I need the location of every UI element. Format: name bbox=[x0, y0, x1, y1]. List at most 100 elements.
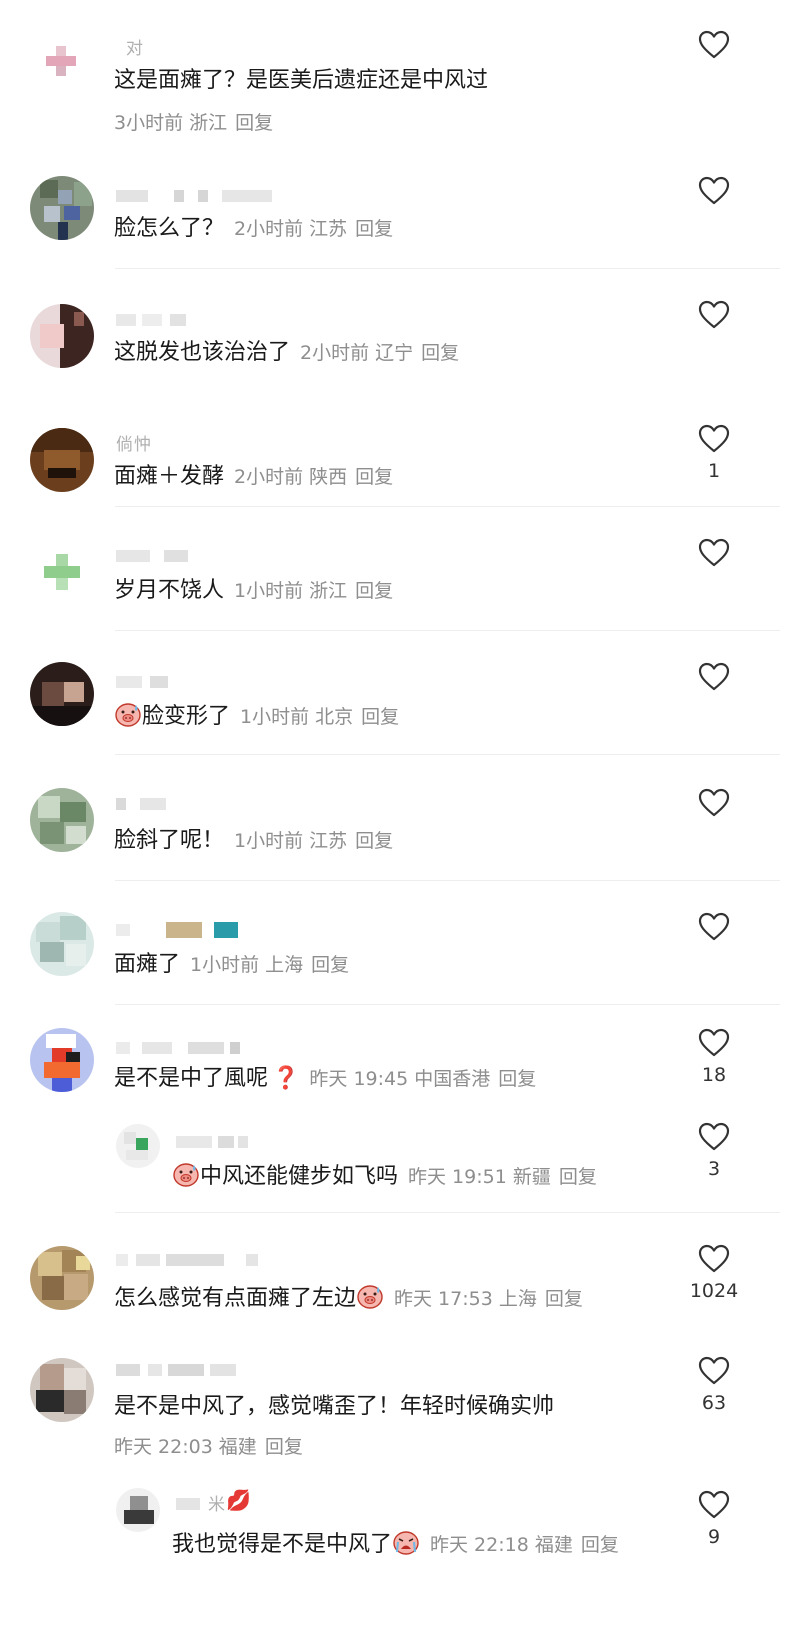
avatar[interactable] bbox=[116, 1488, 160, 1532]
divider bbox=[115, 630, 780, 631]
heart-icon bbox=[698, 538, 730, 567]
comment-time: 昨天 19:45 bbox=[309, 1068, 409, 1090]
comment-text: 这是面瘫了？是医美后遗症还是中风过 bbox=[114, 68, 489, 93]
like-button[interactable] bbox=[684, 300, 744, 336]
username-redacted[interactable] bbox=[176, 1132, 256, 1150]
like-count: 3 bbox=[707, 1158, 721, 1180]
heart-icon bbox=[698, 788, 730, 817]
heart-icon bbox=[698, 1356, 730, 1385]
comment-text-line: 这脱发也该治治了 2小时前 辽宁 回复 bbox=[114, 338, 459, 368]
username-redacted[interactable] bbox=[116, 920, 246, 938]
reply-button[interactable]: 回复 bbox=[265, 1436, 303, 1458]
reply-button[interactable]: 回复 bbox=[355, 580, 393, 602]
username[interactable]: 倘忡 bbox=[116, 430, 152, 455]
divider bbox=[115, 506, 780, 507]
username-redacted[interactable] bbox=[116, 1360, 256, 1378]
avatar[interactable] bbox=[30, 540, 94, 604]
comment-region: 浙江 bbox=[309, 580, 348, 602]
comment-time: 1小时前 bbox=[240, 706, 310, 728]
comment-text-line: 这是面瘫了？是医美后遗症还是中风过 bbox=[114, 66, 488, 96]
like-button[interactable] bbox=[684, 788, 744, 824]
crying-pig-emoji-icon bbox=[393, 1531, 419, 1555]
username-redacted[interactable] bbox=[116, 794, 176, 812]
comment-text: 中风还能健步如飞吗 bbox=[200, 1164, 399, 1189]
comment-time: 昨天 19:51 bbox=[408, 1166, 507, 1188]
comment-text-line: 脸变形了 1小时前 北京 回复 bbox=[114, 700, 399, 732]
comment-region: 辽宁 bbox=[375, 342, 414, 364]
comment-text-line: 是不是中了風呢 ❓ 昨天 19:45 中国香港 回复 bbox=[114, 1064, 536, 1094]
sweating-pig-emoji-icon bbox=[357, 1285, 383, 1309]
username[interactable]: 对 bbox=[126, 34, 144, 59]
reply-button[interactable]: 回复 bbox=[545, 1288, 583, 1310]
comment-time: 2小时前 bbox=[300, 342, 370, 364]
like-button[interactable]: 1024 bbox=[684, 1244, 744, 1302]
username-redacted[interactable] bbox=[116, 1038, 246, 1056]
like-button[interactable] bbox=[684, 176, 744, 212]
comment-region: 北京 bbox=[315, 706, 354, 728]
comment-region: 江苏 bbox=[309, 218, 348, 240]
avatar[interactable] bbox=[30, 662, 94, 726]
heart-icon bbox=[698, 912, 730, 941]
reply-button[interactable]: 回复 bbox=[355, 218, 393, 240]
like-button[interactable]: 3 bbox=[684, 1122, 744, 1180]
avatar[interactable] bbox=[30, 1028, 94, 1092]
reply-button[interactable]: 回复 bbox=[355, 830, 393, 852]
reply-button[interactable]: 回复 bbox=[311, 954, 349, 976]
reply-button[interactable]: 回复 bbox=[421, 342, 459, 364]
avatar[interactable] bbox=[30, 1246, 94, 1310]
comment-time: 昨天 22:03 bbox=[114, 1436, 213, 1458]
username-redacted[interactable] bbox=[116, 1250, 276, 1268]
comment-region: 福建 bbox=[534, 1534, 573, 1556]
divider bbox=[115, 268, 780, 269]
username-redacted[interactable] bbox=[116, 672, 176, 690]
reply-button[interactable]: 回复 bbox=[581, 1534, 619, 1556]
like-button[interactable] bbox=[684, 30, 744, 66]
comment-text-line: 是不是中风了，感觉嘴歪了！年轻时候确实帅 bbox=[114, 1392, 554, 1422]
avatar[interactable] bbox=[116, 1124, 160, 1168]
like-button[interactable] bbox=[684, 662, 744, 698]
heart-icon bbox=[698, 424, 730, 453]
reply-button[interactable]: 回复 bbox=[559, 1166, 597, 1188]
avatar[interactable] bbox=[30, 1358, 94, 1422]
like-button[interactable]: 9 bbox=[684, 1490, 744, 1548]
comment-meta: 昨天 22:03 福建 回复 bbox=[114, 1432, 303, 1462]
divider bbox=[115, 754, 780, 755]
reply-button[interactable]: 回复 bbox=[361, 706, 399, 728]
comment-text: 我也觉得是不是中风了 bbox=[172, 1532, 393, 1557]
sweating-pig-emoji-icon bbox=[115, 703, 141, 727]
avatar[interactable] bbox=[30, 912, 94, 976]
username-redacted[interactable] bbox=[116, 310, 196, 328]
comment-text: 是不是中风了，感觉嘴歪了！年轻时候确实帅 bbox=[114, 1394, 555, 1419]
like-button[interactable]: 1 bbox=[684, 424, 744, 482]
comment-text-line: 面瘫＋发酵 2小时前 陕西 回复 bbox=[114, 462, 393, 492]
reply-button[interactable]: 回复 bbox=[498, 1068, 536, 1090]
comment-text-line: 面瘫了 1小时前 上海 回复 bbox=[114, 950, 349, 980]
like-button[interactable]: 63 bbox=[684, 1356, 744, 1414]
avatar[interactable] bbox=[30, 428, 94, 492]
comment-region: 中国香港 bbox=[414, 1068, 491, 1090]
like-button[interactable]: 18 bbox=[684, 1028, 744, 1086]
username-redacted[interactable] bbox=[116, 546, 196, 564]
reply-button[interactable]: 回复 bbox=[355, 466, 393, 488]
avatar[interactable] bbox=[30, 304, 94, 368]
username-redacted[interactable] bbox=[116, 186, 276, 204]
comment-meta: 3小时前 浙江 回复 bbox=[114, 108, 273, 138]
comment-region: 新疆 bbox=[512, 1166, 551, 1188]
avatar[interactable] bbox=[32, 32, 96, 96]
comment-text: 脸怎么了？ bbox=[114, 216, 225, 241]
comment-time: 1小时前 bbox=[234, 580, 304, 602]
avatar[interactable] bbox=[30, 788, 94, 852]
like-count: 9 bbox=[707, 1526, 721, 1548]
username[interactable]: 米 bbox=[208, 1490, 226, 1515]
divider bbox=[115, 1004, 780, 1005]
avatar[interactable] bbox=[30, 176, 94, 240]
like-button[interactable] bbox=[684, 538, 744, 574]
reply-button[interactable]: 回复 bbox=[235, 112, 273, 134]
sweating-pig-emoji-icon bbox=[173, 1163, 199, 1187]
comment-text: 岁月不饶人 bbox=[114, 578, 225, 603]
like-button[interactable] bbox=[684, 912, 744, 948]
comment-text: 这脱发也该治治了 bbox=[114, 340, 291, 365]
comment-region: 上海 bbox=[498, 1288, 537, 1310]
comment-text-line: 中风还能健步如飞吗 昨天 19:51 新疆 回复 bbox=[172, 1160, 597, 1192]
username-redacted[interactable] bbox=[176, 1494, 206, 1512]
